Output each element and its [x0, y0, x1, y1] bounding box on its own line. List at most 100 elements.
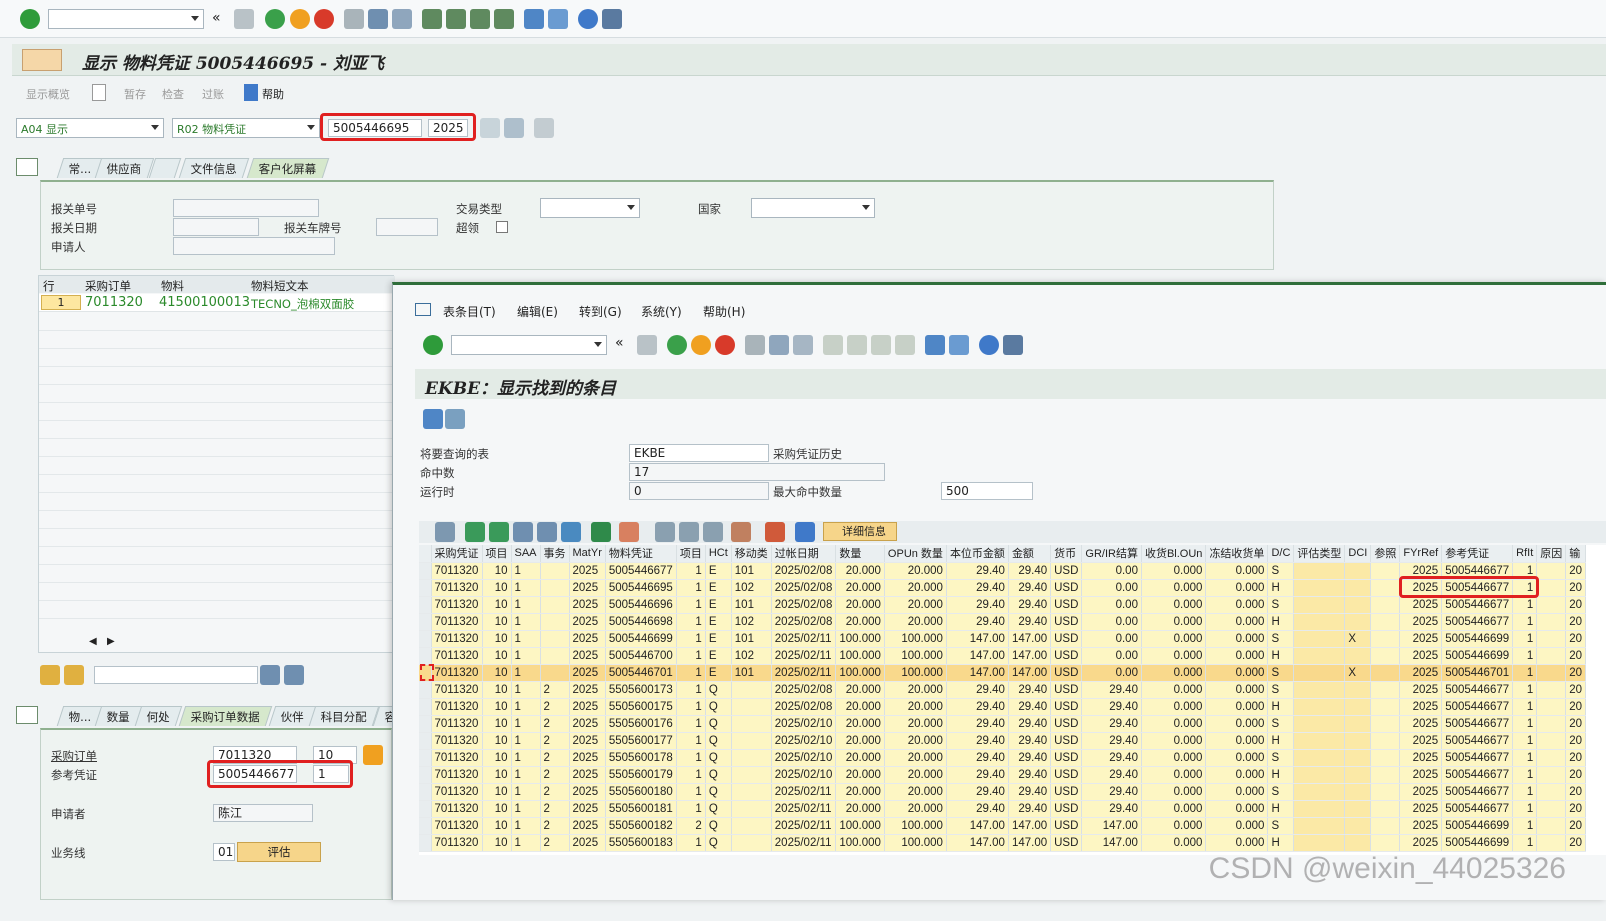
popup-prev-icon[interactable] [847, 335, 867, 355]
table-row[interactable]: 7011320 10 1 2 2025 5505600175 1 Q 2025/02/08 20.… [419, 698, 1587, 716]
table-row[interactable]: 7011320 10 1 2 2025 5505600183 1 Q 2025/02/11 100… [419, 834, 1587, 852]
row-selector[interactable] [419, 834, 432, 852]
table-field[interactable]: EKBE [629, 444, 769, 462]
table-row[interactable]: 7011320 10 1 2 2025 5505600179 1 Q 2025/02/10 20.… [419, 766, 1587, 784]
document-icon[interactable] [92, 84, 106, 101]
help-icon[interactable] [578, 9, 598, 29]
row-selector[interactable] [419, 698, 432, 716]
hold-button[interactable]: 暂存 [124, 86, 146, 102]
popup-find-icon[interactable] [769, 335, 789, 355]
column-header[interactable]: 参照 [1370, 545, 1401, 563]
next-page-icon[interactable] [470, 9, 490, 29]
sum-icon[interactable] [591, 522, 611, 542]
views-icon[interactable] [679, 522, 699, 542]
command-field[interactable] [48, 9, 204, 29]
popup-find-next-icon[interactable] [793, 335, 813, 355]
table-row[interactable]: 7011320 10 1 2 2025 5505600181 1 Q 2025/02/11 20.… [419, 800, 1587, 818]
column-header[interactable]: 货币 [1050, 545, 1083, 563]
column-header[interactable]: 采购凭证 [431, 545, 483, 563]
check-button[interactable]: 检查 [162, 86, 184, 102]
applicant-field[interactable] [173, 237, 335, 255]
row-selector[interactable] [419, 732, 432, 750]
column-header[interactable]: 数量 [835, 545, 885, 563]
table-row[interactable]: 7011320 10 1 2025 5005446701 1 E 101 2025/02/11 1… [419, 664, 1587, 682]
details-icon[interactable] [435, 522, 455, 542]
column-header[interactable]: 移动类 [731, 545, 772, 563]
row-selector[interactable] [419, 579, 432, 597]
column-header[interactable]: GR/IR结算 [1081, 545, 1142, 563]
column-header[interactable]: D/C [1267, 545, 1295, 563]
customs-no-field[interactable] [173, 199, 319, 217]
back-icon[interactable] [265, 9, 285, 29]
new-session-icon[interactable] [524, 9, 544, 29]
table-row[interactable]: 7011320 10 1 2 2025 5505600176 1 Q 2025/02/10 20.… [419, 715, 1587, 733]
last-page-icon[interactable] [494, 9, 514, 29]
layout-icon[interactable] [602, 9, 622, 29]
customs-date-field[interactable] [173, 218, 259, 236]
filter-icon[interactable] [64, 665, 84, 685]
column-header[interactable]: 项目 [676, 545, 706, 563]
max-hits-field[interactable]: 500 [941, 482, 1033, 500]
popup-command-field[interactable] [451, 335, 607, 355]
execute-icon[interactable] [480, 118, 500, 138]
bizline-field[interactable]: 01 [213, 843, 235, 861]
alv-find-icon[interactable] [513, 522, 533, 542]
table-row[interactable]: 7011320 10 1 2 2025 5505600178 1 Q 2025/02/10 20.… [419, 749, 1587, 767]
enter-check-icon[interactable] [20, 9, 40, 29]
column-header[interactable]: 评估类型 [1293, 545, 1346, 563]
popup-collapse-icon[interactable]: « [615, 335, 624, 351]
column-header[interactable]: 参考凭证 [1441, 545, 1514, 563]
binoculars-icon[interactable] [260, 665, 280, 685]
table-row[interactable]: 7011320 10 1 2025 5005446696 1 E 101 2025/02/08 2… [419, 596, 1587, 614]
grid-icon[interactable] [534, 118, 554, 138]
trade-type-select[interactable] [540, 198, 640, 218]
column-header[interactable]: FYrRef [1399, 545, 1443, 563]
post-button[interactable]: 过账 [202, 86, 224, 102]
column-header[interactable]: HCt [705, 545, 732, 563]
cancel-icon[interactable] [314, 9, 334, 29]
menu-goto[interactable]: 转到(G) [579, 303, 622, 320]
tab-custom-screen[interactable]: 客户化屏幕 [246, 158, 329, 178]
row-selector[interactable] [419, 783, 432, 801]
menu-edit[interactable]: 编辑(E) [517, 303, 558, 320]
alv-filter-icon[interactable] [561, 522, 581, 542]
column-header[interactable]: SAA [511, 545, 541, 563]
column-header[interactable]: OPUn 数量 [884, 545, 947, 563]
po-display-icon[interactable] [363, 745, 383, 765]
popup-session-icon[interactable] [925, 335, 945, 355]
help-button[interactable]: 帮助 [262, 86, 284, 102]
popup-help-icon[interactable] [979, 335, 999, 355]
column-header[interactable]: 收货Bl.OUn [1141, 545, 1207, 563]
overview-button[interactable]: 显示概览 [26, 86, 70, 102]
export-icon[interactable] [703, 522, 723, 542]
find-next-icon[interactable] [392, 9, 412, 29]
popup-last-icon[interactable] [895, 335, 915, 355]
menu-system[interactable]: 系统(Y) [641, 303, 682, 320]
binoculars-next-icon[interactable] [284, 665, 304, 685]
item-search-field[interactable] [94, 666, 258, 684]
alv-print-icon[interactable] [655, 522, 675, 542]
select-all-cell[interactable] [419, 545, 432, 563]
sort-icon[interactable] [40, 665, 60, 685]
table-row[interactable]: 7011320 10 1 2025 5005446700 1 E 102 2025/02/11 1… [419, 647, 1587, 665]
table-row[interactable]: 7011320 10 1 2025 5005446698 1 E 102 2025/02/08 2… [419, 613, 1587, 631]
detail-toggle-icon[interactable] [16, 706, 38, 724]
row-selector[interactable] [419, 766, 432, 784]
column-header[interactable]: MatYr [569, 545, 606, 563]
alv-find-next-icon[interactable] [537, 522, 557, 542]
column-header[interactable]: DCI [1344, 545, 1372, 563]
table-row[interactable]: 7011320 10 1 2 2025 5505600180 1 Q 2025/02/11 20.… [419, 783, 1587, 801]
plate-field[interactable] [376, 218, 438, 236]
tab-po-data[interactable]: 采购订单数据 [178, 706, 273, 726]
prev-page-icon[interactable] [446, 9, 466, 29]
column-header[interactable]: 本位币金额 [946, 545, 1009, 563]
sort-asc-icon[interactable] [465, 522, 485, 542]
popup-cancel-icon[interactable] [715, 335, 735, 355]
graphic-icon[interactable] [765, 522, 785, 542]
action-select[interactable]: A04 显示 [16, 118, 164, 138]
header-toggle-icon[interactable] [16, 158, 38, 176]
column-header[interactable]: 原因 [1536, 545, 1567, 563]
scroll-right-icon[interactable]: ▶ [107, 636, 115, 647]
column-header[interactable]: 输 [1565, 545, 1587, 563]
first-page-icon[interactable] [422, 9, 442, 29]
